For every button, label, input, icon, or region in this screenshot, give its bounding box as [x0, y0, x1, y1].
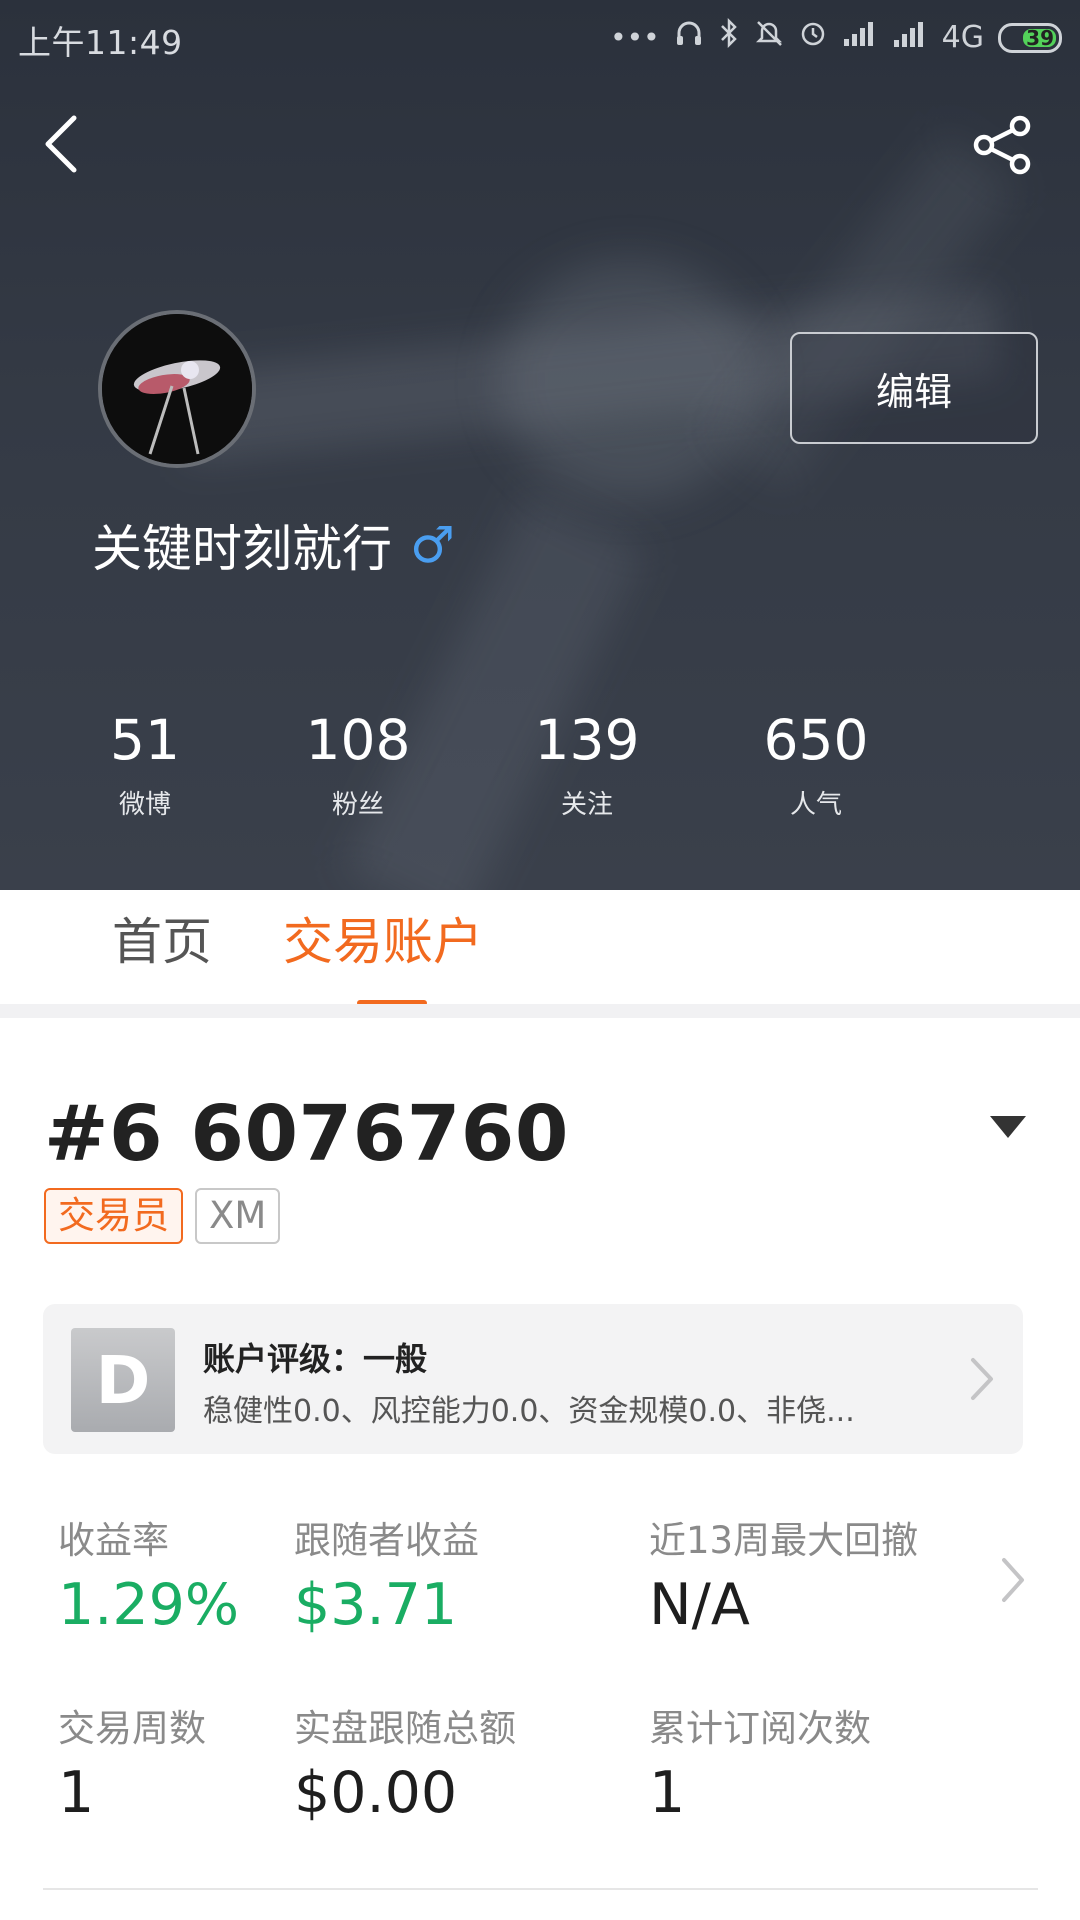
- metric-label: 近13周最大回撤: [649, 1519, 919, 1562]
- metric-value: 1: [649, 1760, 686, 1826]
- metric-label: 跟随者收益: [294, 1519, 479, 1562]
- metric-total-follow-amount: 实盘跟随总额 $0.00: [294, 1704, 516, 1832]
- status-bar: 上午11:49 ••• 4G 39: [0, 0, 1080, 76]
- rating-description: 稳健性0.0、风控能力0.0、资金规模0.0、非侥...: [203, 1394, 855, 1429]
- avatar[interactable]: [98, 310, 256, 468]
- account-rating-card[interactable]: D 账户评级：一般 稳健性0.0、风控能力0.0、资金规模0.0、非侥...: [43, 1304, 1023, 1454]
- metric-value: N/A: [649, 1572, 750, 1638]
- stat-value: 108: [305, 708, 411, 772]
- stat-label: 关注: [560, 790, 613, 820]
- signal-icon: [842, 19, 878, 56]
- username-text: 关键时刻就行: [92, 520, 392, 578]
- metric-return-rate: 收益率 1.29%: [58, 1516, 239, 1644]
- more-dots-icon: •••: [610, 20, 660, 54]
- tab-home[interactable]: 首页: [112, 908, 212, 976]
- bluetooth-icon: [718, 17, 740, 57]
- share-icon[interactable]: [970, 112, 1036, 178]
- metric-max-drawdown: 近13周最大回撤 N/A: [649, 1516, 918, 1644]
- dropdown-arrow-icon[interactable]: [988, 1114, 1028, 1140]
- rating-grade-badge: D: [71, 1328, 175, 1432]
- metric-label: 收益率: [58, 1519, 169, 1562]
- divider: [43, 1888, 1038, 1890]
- stat-label: 粉丝: [331, 790, 384, 820]
- battery-percent: 39: [1026, 25, 1054, 50]
- metric-subscription-count: 累计订阅次数 1: [649, 1704, 871, 1832]
- status-icons: ••• 4G 39: [610, 17, 1062, 57]
- metric-label: 交易周数: [58, 1707, 206, 1750]
- metric-follower-profit: 跟随者收益 $3.71: [294, 1516, 479, 1644]
- stat-value: 650: [763, 708, 869, 772]
- status-time: 上午11:49: [18, 23, 183, 62]
- stat-popularity: 650 人气: [726, 700, 906, 821]
- metric-value: $3.71: [294, 1572, 458, 1638]
- metric-value: $0.00: [294, 1760, 458, 1826]
- back-arrow-icon[interactable]: [36, 108, 92, 180]
- mute-icon: [754, 18, 784, 57]
- tab-bar: 首页 交易账户: [0, 890, 1080, 1004]
- rating-title: 账户评级：一般: [203, 1340, 428, 1378]
- broker-tag: XM: [195, 1188, 281, 1244]
- trader-tag: 交易员: [44, 1188, 183, 1244]
- stat-value: 51: [110, 708, 180, 772]
- account-tags: 交易员 XM: [44, 1188, 281, 1244]
- chevron-right-icon: [963, 1352, 999, 1406]
- username: 关键时刻就行 ♂: [92, 510, 455, 580]
- metric-value: 1.29%: [58, 1572, 240, 1638]
- tab-trading-account[interactable]: 交易账户: [283, 908, 483, 976]
- metric-label: 实盘跟随总额: [294, 1707, 516, 1750]
- stat-value: 139: [534, 708, 640, 772]
- stat-following[interactable]: 139 关注: [497, 700, 677, 821]
- battery-icon: 39: [998, 22, 1062, 53]
- metric-value: 1: [58, 1760, 95, 1826]
- stat-fans[interactable]: 108 粉丝: [268, 700, 448, 821]
- stat-label: 微博: [118, 790, 171, 820]
- stat-weibo[interactable]: 51 微博: [55, 700, 235, 821]
- male-gender-icon: ♂: [410, 516, 455, 574]
- headphones-icon: [674, 18, 704, 57]
- hd-signal-icon: [892, 18, 928, 57]
- chevron-right-icon[interactable]: [994, 1552, 1030, 1608]
- profile-header: 上午11:49 ••• 4G 39 编辑 关键时刻就行 ♂ 51 微博 108 …: [0, 0, 1080, 890]
- divider: [0, 1004, 1080, 1018]
- alarm-icon: [798, 18, 828, 57]
- network-type: 4G: [941, 20, 984, 55]
- metric-label: 累计订阅次数: [649, 1707, 871, 1750]
- stat-label: 人气: [789, 790, 842, 820]
- account-id: #6 6076760: [44, 1090, 569, 1179]
- metric-trading-weeks: 交易周数 1: [58, 1704, 206, 1832]
- edit-button[interactable]: 编辑: [790, 332, 1038, 444]
